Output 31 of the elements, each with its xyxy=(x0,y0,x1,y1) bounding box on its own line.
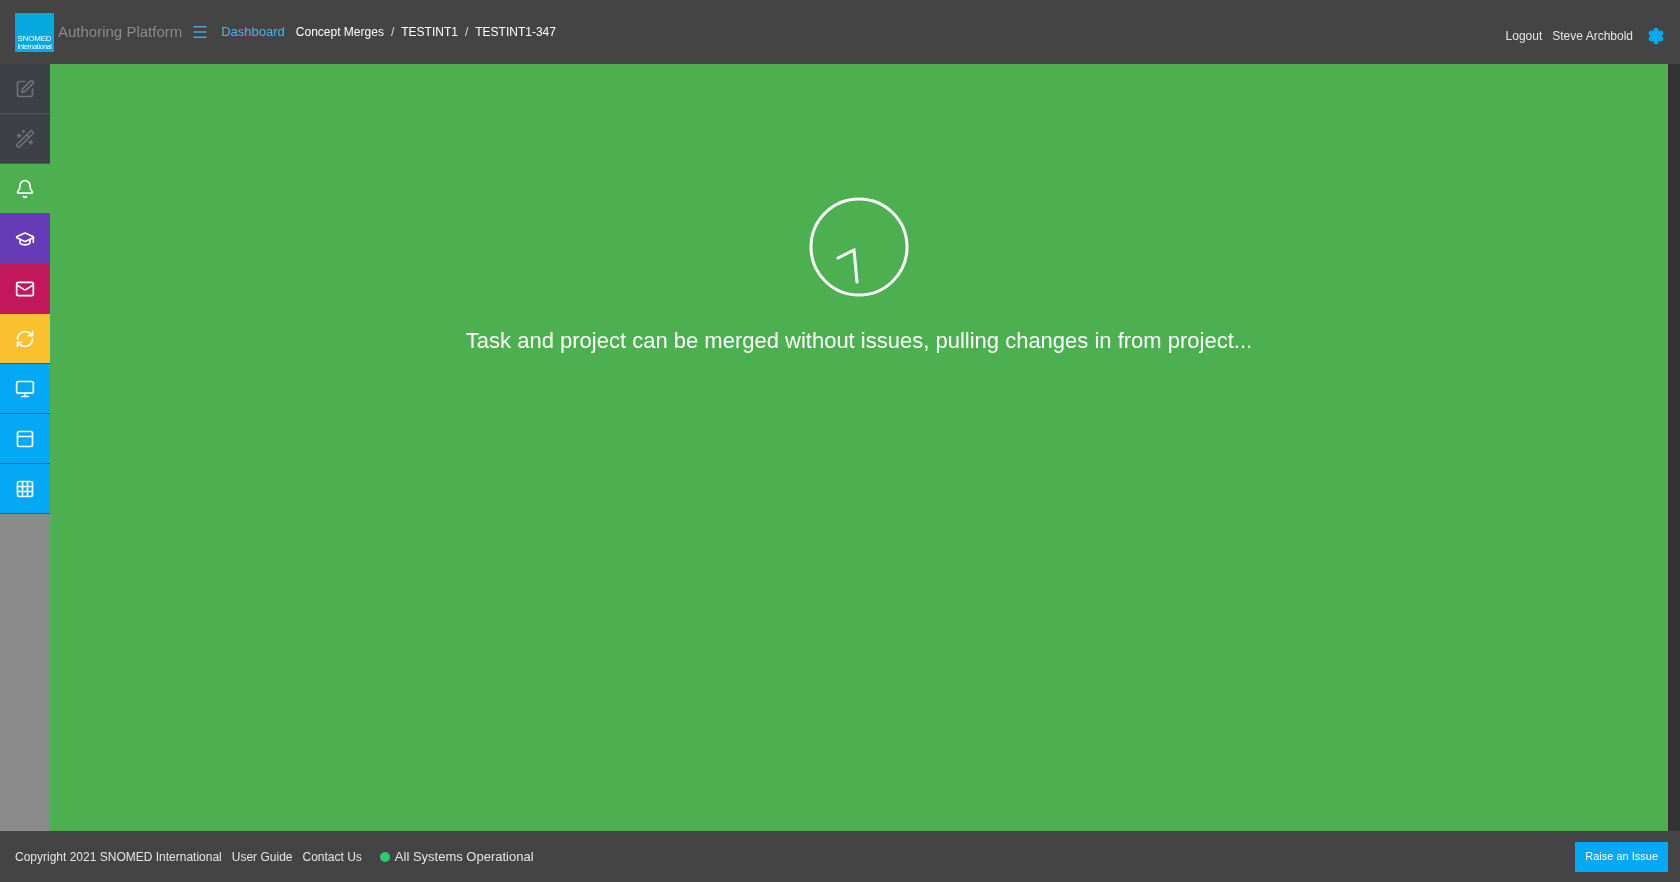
system-status[interactable]: All Systems Operational xyxy=(394,846,534,867)
copyright-text: Copyright 2021 SNOMED International xyxy=(15,848,222,866)
magic-wand-icon xyxy=(15,128,35,149)
breadcrumb-separator: / xyxy=(464,24,469,41)
window-icon xyxy=(15,428,35,449)
menu-icon[interactable] xyxy=(191,23,210,41)
sidebar-item[interactable] xyxy=(0,364,50,414)
sidebar-item[interactable] xyxy=(0,264,50,314)
merge-status-message: Task and project can be merged without issues, pulling changes in from project... xyxy=(465,327,1253,355)
user-name[interactable]: Steve Archbold xyxy=(1552,27,1633,45)
edit-icon xyxy=(15,78,35,99)
breadcrumb[interactable]: TESTINT1 xyxy=(401,23,458,41)
breadcrumb[interactable]: TESTINT1-347 xyxy=(475,23,556,41)
sidebar-item[interactable] xyxy=(0,464,50,514)
app-name: Authoring Platform xyxy=(58,21,183,42)
progress-circle-icon xyxy=(808,196,910,298)
logout-link[interactable]: Logout xyxy=(1505,27,1543,45)
breadcrumb[interactable]: Concept Merges xyxy=(295,23,384,41)
settings-icon[interactable] xyxy=(1647,27,1665,45)
sync-icon xyxy=(15,328,35,349)
scrollbar[interactable] xyxy=(1668,64,1680,831)
grid-icon xyxy=(15,478,35,499)
breadcrumb-separator: / xyxy=(390,24,395,41)
logo-text: SNOMED xyxy=(17,34,52,43)
footer-link[interactable]: Contact Us xyxy=(302,847,362,866)
bell-icon xyxy=(15,178,35,199)
sidebar-item[interactable] xyxy=(0,214,50,264)
footer-link[interactable]: User Guide xyxy=(231,847,293,866)
dashboard-link[interactable]: Dashboard xyxy=(221,22,285,42)
monitor-icon xyxy=(15,378,35,399)
sidebar-item[interactable] xyxy=(0,414,50,464)
